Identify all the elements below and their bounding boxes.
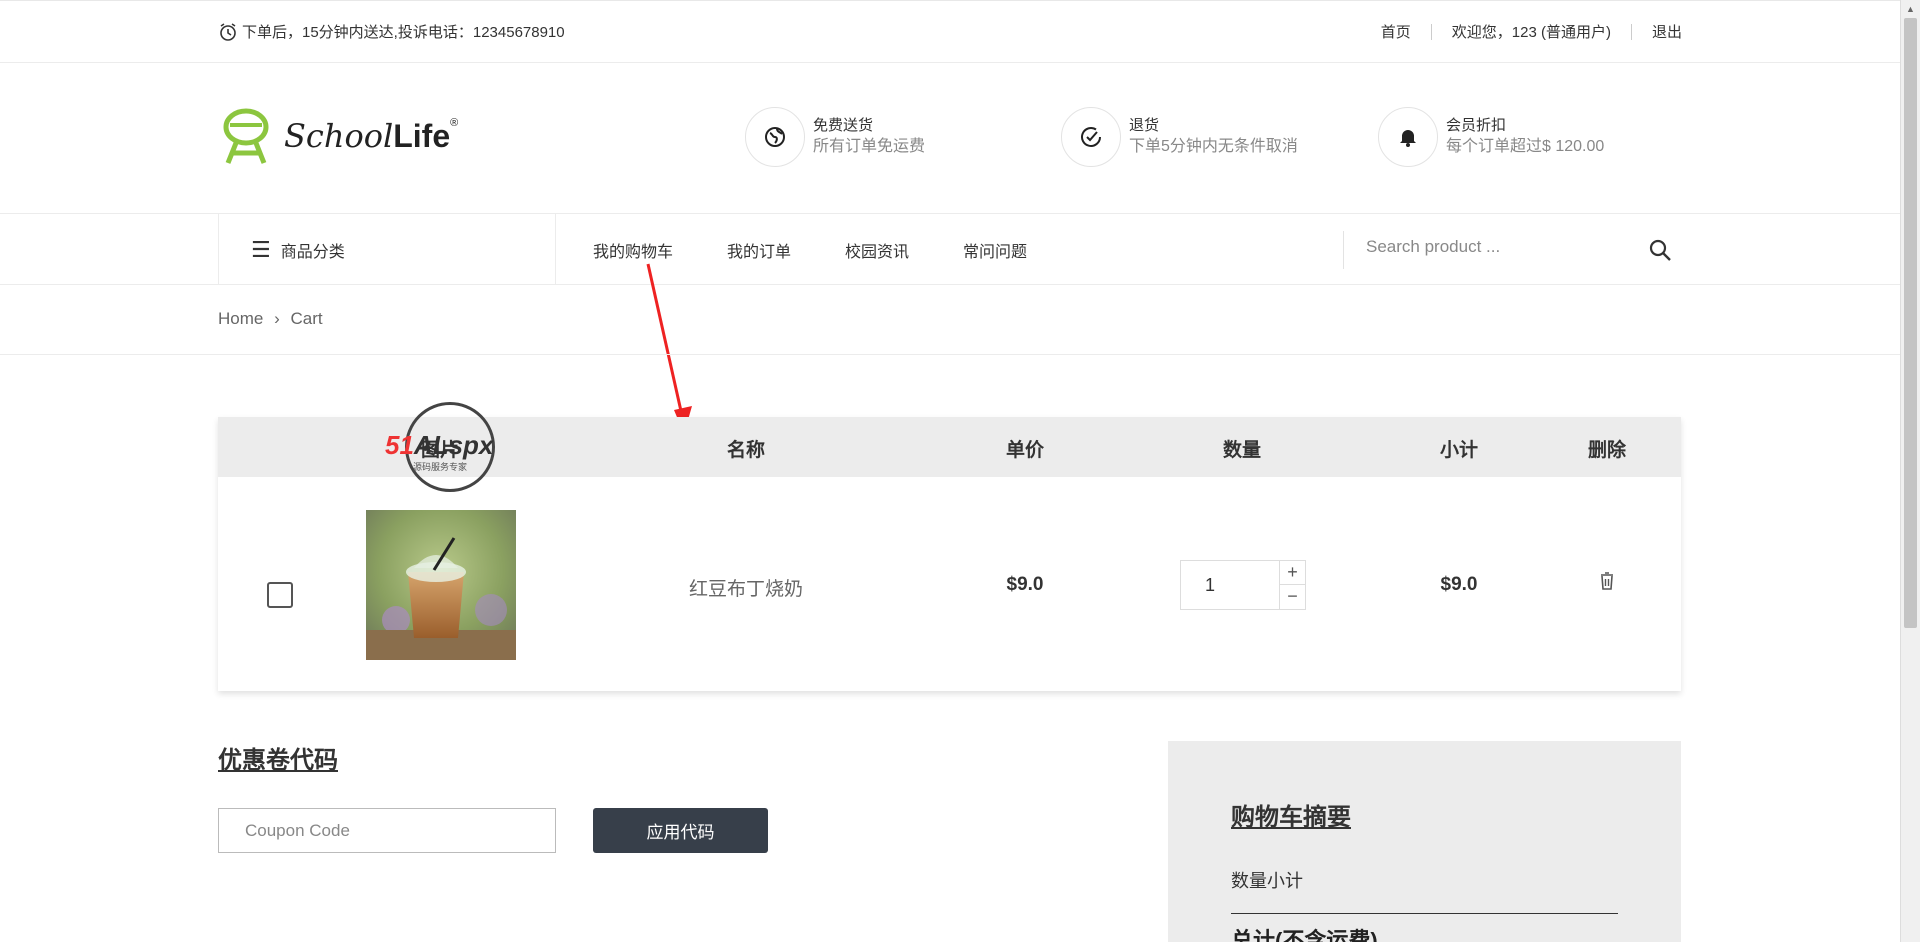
page-scrollbar[interactable]: ▲ <box>1900 0 1920 942</box>
scroll-up-icon[interactable]: ▲ <box>1906 4 1915 14</box>
summary-qty-subtotal: 数量小计 <box>1231 871 1303 891</box>
quantity-stepper: 1 + − <box>1180 560 1306 610</box>
trash-icon[interactable] <box>1600 572 1614 590</box>
cart-summary: 购物车摘要 数量小计 总计(不含运费) <box>1168 741 1681 942</box>
select-checkbox[interactable] <box>267 582 293 608</box>
breadcrumb-separator: › <box>274 309 280 328</box>
increment-button[interactable]: + <box>1280 561 1305 585</box>
watermark-subtext: 源码服务专家 <box>413 462 468 472</box>
col-name: 名称 <box>726 440 766 461</box>
decrement-button[interactable]: − <box>1280 585 1305 609</box>
coupon-code-input[interactable] <box>218 808 556 853</box>
summary-total-label: 总计(不含运费) <box>1231 928 1378 942</box>
scrollbar-thumb[interactable] <box>1904 18 1917 628</box>
summary-title: 购物车摘要 <box>1231 804 1351 831</box>
breadcrumb-current: Cart <box>290 309 323 328</box>
divider <box>1231 913 1618 914</box>
watermark-text: 51ALspx <box>385 430 494 460</box>
col-subtotal: 小计 <box>1439 440 1479 461</box>
row-subtotal: $9.0 <box>1440 574 1478 595</box>
coupon-title: 优惠卷代码 <box>218 747 338 774</box>
col-quantity: 数量 <box>1222 440 1262 461</box>
col-delete: 删除 <box>1587 440 1627 461</box>
col-price: 单价 <box>1005 440 1045 461</box>
unit-price: $9.0 <box>1006 574 1044 595</box>
quantity-value[interactable]: 1 <box>1205 575 1215 596</box>
product-name[interactable]: 红豆布丁烧奶 <box>689 574 803 601</box>
breadcrumb-bar: Home › Cart <box>0 285 1900 355</box>
apply-coupon-button[interactable]: 应用代码 <box>593 808 768 853</box>
breadcrumb-home[interactable]: Home <box>218 309 263 328</box>
breadcrumb: Home › Cart <box>218 309 323 329</box>
watermark-logo: 51ALspx 源码服务专家 <box>385 402 515 494</box>
product-image[interactable] <box>366 510 516 660</box>
